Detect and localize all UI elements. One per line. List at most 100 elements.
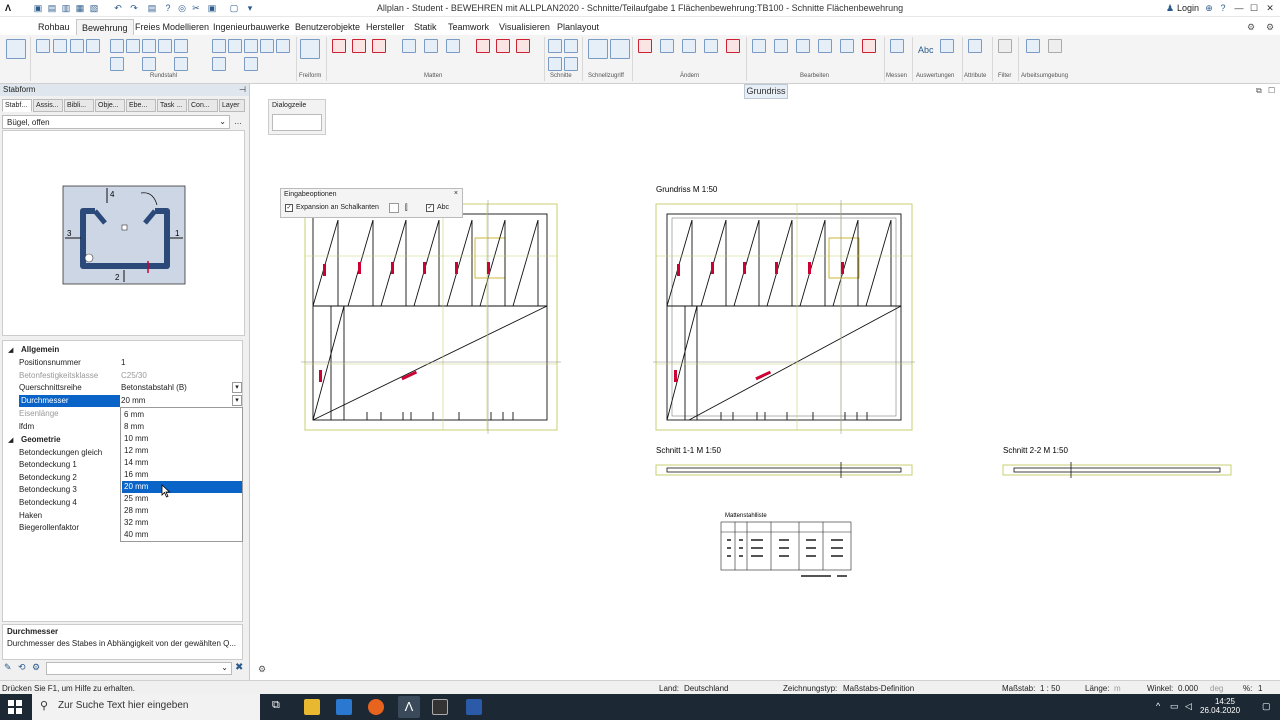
- rebar-hook-icon[interactable]: [70, 39, 84, 53]
- tab-bewehrung[interactable]: Bewehrung: [76, 19, 134, 36]
- tab-layer[interactable]: Layer: [219, 99, 245, 112]
- section-2-icon[interactable]: [564, 39, 578, 53]
- dropdown-option[interactable]: 8 mm: [122, 421, 242, 433]
- maximize-icon[interactable]: ☐: [1248, 2, 1260, 14]
- tab-assistent[interactable]: Assis...: [33, 99, 63, 112]
- snap-settings-icon[interactable]: ⚙: [258, 664, 266, 675]
- footer-select[interactable]: ⌄: [46, 662, 232, 675]
- mesh-schedule-icon[interactable]: [424, 39, 438, 53]
- app-taskbar-icon[interactable]: [432, 699, 448, 715]
- tab-objekte[interactable]: Obje...: [95, 99, 125, 112]
- mail-icon[interactable]: [336, 699, 352, 715]
- massstab-value[interactable]: 1 : 50: [1040, 684, 1060, 693]
- modify-rebar-2-icon[interactable]: [228, 39, 242, 53]
- prop-querschnittsreihe[interactable]: Querschnittsreihe Betonstabstahl (B) ▾: [3, 382, 242, 394]
- prop-positionsnummer[interactable]: Positionsnummer 1: [3, 357, 242, 369]
- prop-durchmesser[interactable]: Durchmesser 20 mm ▾: [3, 395, 242, 407]
- group-allgemein[interactable]: ◢ Allgemein: [3, 344, 242, 356]
- rebar-stirrup-icon[interactable]: [86, 39, 100, 53]
- placement-5-icon[interactable]: [174, 39, 188, 53]
- dropdown-option[interactable]: 28 mm: [122, 505, 242, 517]
- tab-rohbau[interactable]: Rohbau: [38, 22, 70, 32]
- mirror-option-icon[interactable]: ⫿: [405, 203, 408, 213]
- filter-icon[interactable]: [998, 39, 1012, 53]
- mesh-2-icon[interactable]: [352, 39, 366, 53]
- option-icon[interactable]: [389, 203, 399, 213]
- edit-5-icon[interactable]: [726, 39, 740, 53]
- allplan-taskbar-icon[interactable]: Λ: [398, 696, 420, 718]
- modify-rebar-5-icon[interactable]: [276, 39, 290, 53]
- placement-7-icon[interactable]: [142, 57, 156, 71]
- mesh-list-icon[interactable]: [446, 39, 460, 53]
- task-view-icon[interactable]: ⧉: [272, 699, 288, 715]
- edit-pencil-icon[interactable]: [638, 39, 652, 53]
- placement-3-icon[interactable]: [142, 39, 156, 53]
- edit-4-icon[interactable]: [704, 39, 718, 53]
- placement-4-icon[interactable]: [158, 39, 172, 53]
- clock[interactable]: 14:25 26.04.2020: [1200, 697, 1240, 715]
- file-explorer-icon[interactable]: [304, 699, 320, 715]
- user-icon[interactable]: ♟: [1164, 2, 1176, 14]
- delete-icon[interactable]: [862, 39, 876, 53]
- network-icon[interactable]: ▭: [1170, 701, 1179, 712]
- ribbon-options-icon[interactable]: ⚙: [1264, 21, 1276, 33]
- mesh-modify-3-icon[interactable]: [516, 39, 530, 53]
- tab-connect[interactable]: Con...: [188, 99, 218, 112]
- dropdown-option[interactable]: 32 mm: [122, 517, 242, 529]
- mesh-modify-icon[interactable]: [476, 39, 490, 53]
- dropdown-option[interactable]: 25 mm: [122, 493, 242, 505]
- help-menu-icon[interactable]: ?: [1217, 2, 1229, 14]
- placement-8-icon[interactable]: [174, 57, 188, 71]
- mesh-modify-2-icon[interactable]: [496, 39, 510, 53]
- tab-bibliothek[interactable]: Bibli...: [64, 99, 94, 112]
- settings-gear-icon[interactable]: ⚙: [1245, 21, 1257, 33]
- chevron-down-icon[interactable]: ▾: [232, 395, 242, 406]
- chevron-down-icon[interactable]: ▾: [232, 382, 242, 393]
- tool-icon[interactable]: ✎: [4, 662, 12, 673]
- placement-6-icon[interactable]: [110, 57, 124, 71]
- login-link[interactable]: Login: [1177, 3, 1199, 13]
- workspace-icon[interactable]: [1026, 39, 1040, 53]
- section-icon[interactable]: [548, 39, 562, 53]
- modify-rebar-7-icon[interactable]: [244, 57, 258, 71]
- notifications-icon[interactable]: ▢: [1262, 701, 1271, 712]
- close-icon[interactable]: ✕: [1264, 2, 1276, 14]
- dropdown-option[interactable]: 40 mm: [122, 529, 242, 541]
- tab-benutzerobjekte[interactable]: Benutzerobjekte: [295, 22, 360, 32]
- tool-3-icon[interactable]: ⚙: [32, 662, 40, 673]
- close-panel-icon[interactable]: ✖: [235, 662, 243, 673]
- dropdown-option[interactable]: 12 mm: [122, 445, 242, 457]
- land-value[interactable]: Deutschland: [684, 684, 728, 693]
- abc-checkbox[interactable]: ✓: [426, 204, 434, 212]
- modify-rebar-6-icon[interactable]: [212, 57, 226, 71]
- copy-elements-icon[interactable]: [752, 39, 766, 53]
- quick-line-icon[interactable]: [588, 39, 608, 59]
- tab-freies-modellieren[interactable]: Freies Modellieren: [135, 22, 209, 32]
- dropdown-option[interactable]: 6 mm: [122, 409, 242, 421]
- tab-hersteller[interactable]: Hersteller: [366, 22, 405, 32]
- mesh-label-icon[interactable]: [402, 39, 416, 53]
- edit-2-icon[interactable]: [660, 39, 674, 53]
- modify-rebar-4-icon[interactable]: [260, 39, 274, 53]
- measure-icon[interactable]: [890, 39, 904, 53]
- tab-planlayout[interactable]: Planlayout: [557, 22, 599, 32]
- tab-ingenieurbauwerke[interactable]: Ingenieurbauwerke: [213, 22, 290, 32]
- text-abc-button[interactable]: Abc: [918, 45, 934, 55]
- tab-teamwork[interactable]: Teamwork: [448, 22, 489, 32]
- dropdown-option[interactable]: 14 mm: [122, 457, 242, 469]
- rebar-bend-icon[interactable]: [53, 39, 67, 53]
- taskbar-search[interactable]: ⚲ Zur Suche Text hier eingeben: [32, 694, 260, 720]
- mesh-3-icon[interactable]: [372, 39, 386, 53]
- expansion-checkbox[interactable]: ✓: [285, 204, 293, 212]
- move-icon[interactable]: [774, 39, 788, 53]
- section-4-icon[interactable]: [564, 57, 578, 71]
- firefox-icon[interactable]: [368, 699, 384, 715]
- tray-chevron-icon[interactable]: ^: [1156, 701, 1160, 711]
- more-options-button[interactable]: …: [234, 117, 242, 126]
- close-icon[interactable]: ×: [454, 190, 458, 197]
- rebar-shape-icon[interactable]: [36, 39, 50, 53]
- workspace-2-icon[interactable]: [1048, 39, 1062, 53]
- modify-rebar-icon[interactable]: [212, 39, 226, 53]
- tab-visualisieren[interactable]: Visualisieren: [499, 22, 550, 32]
- placement-icon[interactable]: [110, 39, 124, 53]
